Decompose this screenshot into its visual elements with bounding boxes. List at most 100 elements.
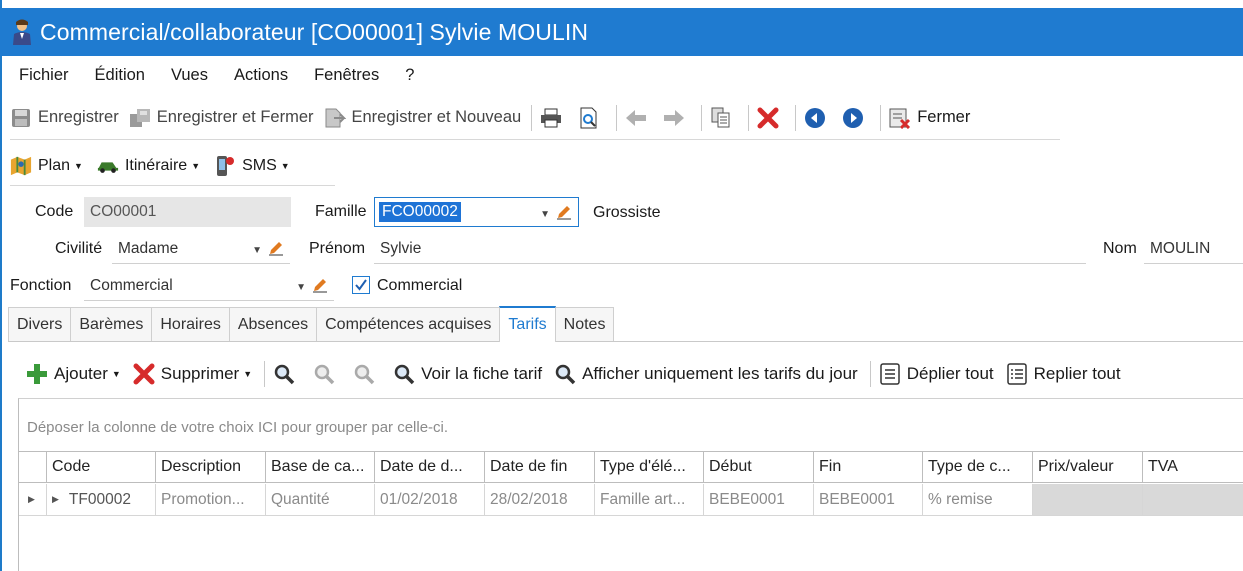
menu-help[interactable]: ? (405, 66, 414, 85)
arrow-left-icon (625, 107, 647, 129)
print-button[interactable] (540, 107, 568, 129)
column-header-code[interactable]: Code (47, 452, 156, 482)
column-header-tva[interactable]: TVA (1143, 452, 1243, 482)
collapse-all-label: Replier tout (1033, 364, 1121, 383)
code-value: CO00001 (90, 203, 157, 220)
group-by-drop-zone[interactable]: Déposer la colonne de votre choix ICI po… (27, 419, 448, 436)
car-icon (97, 155, 119, 177)
civilite-select[interactable]: Madame ▼ (112, 234, 290, 264)
user-icon (12, 19, 32, 45)
table-cell-code: ▶ TF00002 (47, 484, 156, 515)
copy-button[interactable] (710, 107, 738, 129)
column-header-fin[interactable]: Fin (814, 452, 923, 482)
tab-strip: Divers Barèmes Horaires Absences Compéte… (8, 306, 1243, 342)
famille-combobox[interactable]: FCO00002 ▼ (374, 197, 579, 227)
toolbar-separator (264, 361, 266, 387)
search-button[interactable] (273, 363, 301, 385)
delete-record-button[interactable] (757, 107, 785, 129)
table-cell-date-fin: 28/02/2018 (485, 484, 595, 515)
menu-actions[interactable]: Actions (234, 66, 288, 85)
column-header-date-fin[interactable]: Date de fin (485, 452, 595, 482)
commercial-checkbox-label: Commercial (377, 277, 463, 294)
menu-vues[interactable]: Vues (171, 66, 208, 85)
magnifier-icon (273, 363, 295, 385)
itineraire-label: Itinéraire (124, 156, 188, 174)
column-header-description[interactable]: Description (156, 452, 266, 482)
save-new-button[interactable]: Enregistrer et Nouveau (324, 107, 522, 129)
column-header-prix-valeur[interactable]: Prix/valeur (1033, 452, 1143, 482)
tab-competences[interactable]: Compétences acquises (316, 307, 501, 341)
edit-pencil-icon[interactable] (556, 204, 572, 225)
add-button[interactable]: Ajouter ▼ (26, 363, 121, 385)
sms-dropdown[interactable]: SMS ▼ (214, 155, 290, 177)
table-cell-base: Quantité (266, 484, 375, 515)
tab-absences[interactable]: Absences (228, 307, 318, 341)
magnifier-icon (353, 363, 375, 385)
column-header-debut[interactable]: Début (704, 452, 814, 482)
civilite-dropdown-controls: ▼ (252, 240, 284, 261)
nom-field[interactable]: MOULIN (1144, 234, 1243, 264)
civilite-label: Civilité (55, 240, 103, 257)
undo-button[interactable] (625, 107, 653, 129)
table-cell-prix-valeur (1033, 484, 1143, 515)
prenom-field[interactable]: Sylvie (374, 234, 1086, 264)
fonction-dropdown-controls: ▼ (296, 277, 328, 298)
next-record-button[interactable] (842, 107, 870, 129)
edit-pencil-icon[interactable] (312, 277, 328, 298)
collapse-all-button[interactable]: Replier tout (1006, 363, 1121, 385)
itineraire-dropdown[interactable]: Itinéraire ▼ (97, 155, 200, 177)
delete-label: Supprimer (160, 364, 240, 383)
show-today-tariffs-button[interactable]: Afficher uniquement les tarifs du jour (554, 363, 858, 385)
previous-record-button[interactable] (804, 107, 832, 129)
code-field[interactable]: CO00001 (84, 197, 291, 227)
fonction-select[interactable]: Commercial ▼ (84, 271, 334, 301)
menu-fenetres[interactable]: Fenêtres (314, 66, 379, 85)
grid-header-row: Code Description Base de ca... Date de d… (19, 451, 1243, 483)
search-disabled-button[interactable] (353, 363, 381, 385)
chevron-down-icon[interactable]: ▼ (540, 209, 550, 220)
column-header-date-debut[interactable]: Date de d... (375, 452, 485, 482)
tab-baremes[interactable]: Barèmes (70, 307, 153, 341)
save-close-icon (129, 107, 151, 129)
expand-list-icon (879, 363, 901, 385)
column-header-type-calcul[interactable]: Type de c... (923, 452, 1033, 482)
collapse-list-icon (1006, 363, 1028, 385)
column-header-type-element[interactable]: Type d'élé... (595, 452, 704, 482)
expand-row-icon[interactable]: ▶ (52, 494, 59, 505)
menu-edition[interactable]: Édition (95, 66, 145, 85)
tarifs-toolbar: Ajouter ▼ Supprimer ▼ Voir la fiche tari… (26, 356, 1133, 392)
view-tariff-sheet-button[interactable]: Voir la fiche tarif (393, 363, 542, 385)
tab-notes[interactable]: Notes (554, 307, 615, 341)
circle-left-icon (804, 107, 826, 129)
commercial-checkbox[interactable] (352, 276, 370, 294)
tab-divers[interactable]: Divers (8, 307, 72, 341)
chevron-down-icon[interactable]: ▼ (252, 245, 262, 256)
print-preview-button[interactable] (578, 107, 606, 129)
table-row[interactable]: ▶ ▶ TF00002 Promotion... Quantité 01/02/… (19, 484, 1243, 516)
delete-button[interactable]: Supprimer ▼ (133, 363, 252, 385)
table-cell-date-debut: 01/02/2018 (375, 484, 485, 515)
expand-all-button[interactable]: Déplier tout (879, 363, 994, 385)
toolbar-separator (748, 104, 750, 131)
tab-horaires[interactable]: Horaires (151, 307, 230, 341)
save-button[interactable]: Enregistrer (10, 107, 119, 129)
search-disabled-button[interactable] (313, 363, 341, 385)
redo-button[interactable] (663, 107, 691, 129)
checkmark-icon (355, 279, 367, 291)
chevron-down-icon[interactable]: ▼ (296, 282, 306, 293)
tab-tarifs[interactable]: Tarifs (499, 306, 556, 342)
menu-fichier[interactable]: Fichier (19, 66, 69, 85)
close-button[interactable]: Fermer (889, 107, 970, 129)
toolbar-separator (869, 361, 871, 387)
add-label: Ajouter (54, 364, 108, 383)
edit-pencil-icon[interactable] (268, 240, 284, 261)
save-new-label: Enregistrer et Nouveau (351, 108, 522, 126)
magnifier-icon (393, 363, 415, 385)
toolbar-separator (880, 104, 882, 131)
copy-icon (710, 107, 732, 129)
plan-dropdown[interactable]: Plan ▼ (10, 155, 83, 177)
save-close-button[interactable]: Enregistrer et Fermer (129, 107, 314, 129)
red-x-icon (133, 363, 155, 385)
column-header-base[interactable]: Base de ca... (266, 452, 375, 482)
toolbar-separator (701, 104, 703, 131)
